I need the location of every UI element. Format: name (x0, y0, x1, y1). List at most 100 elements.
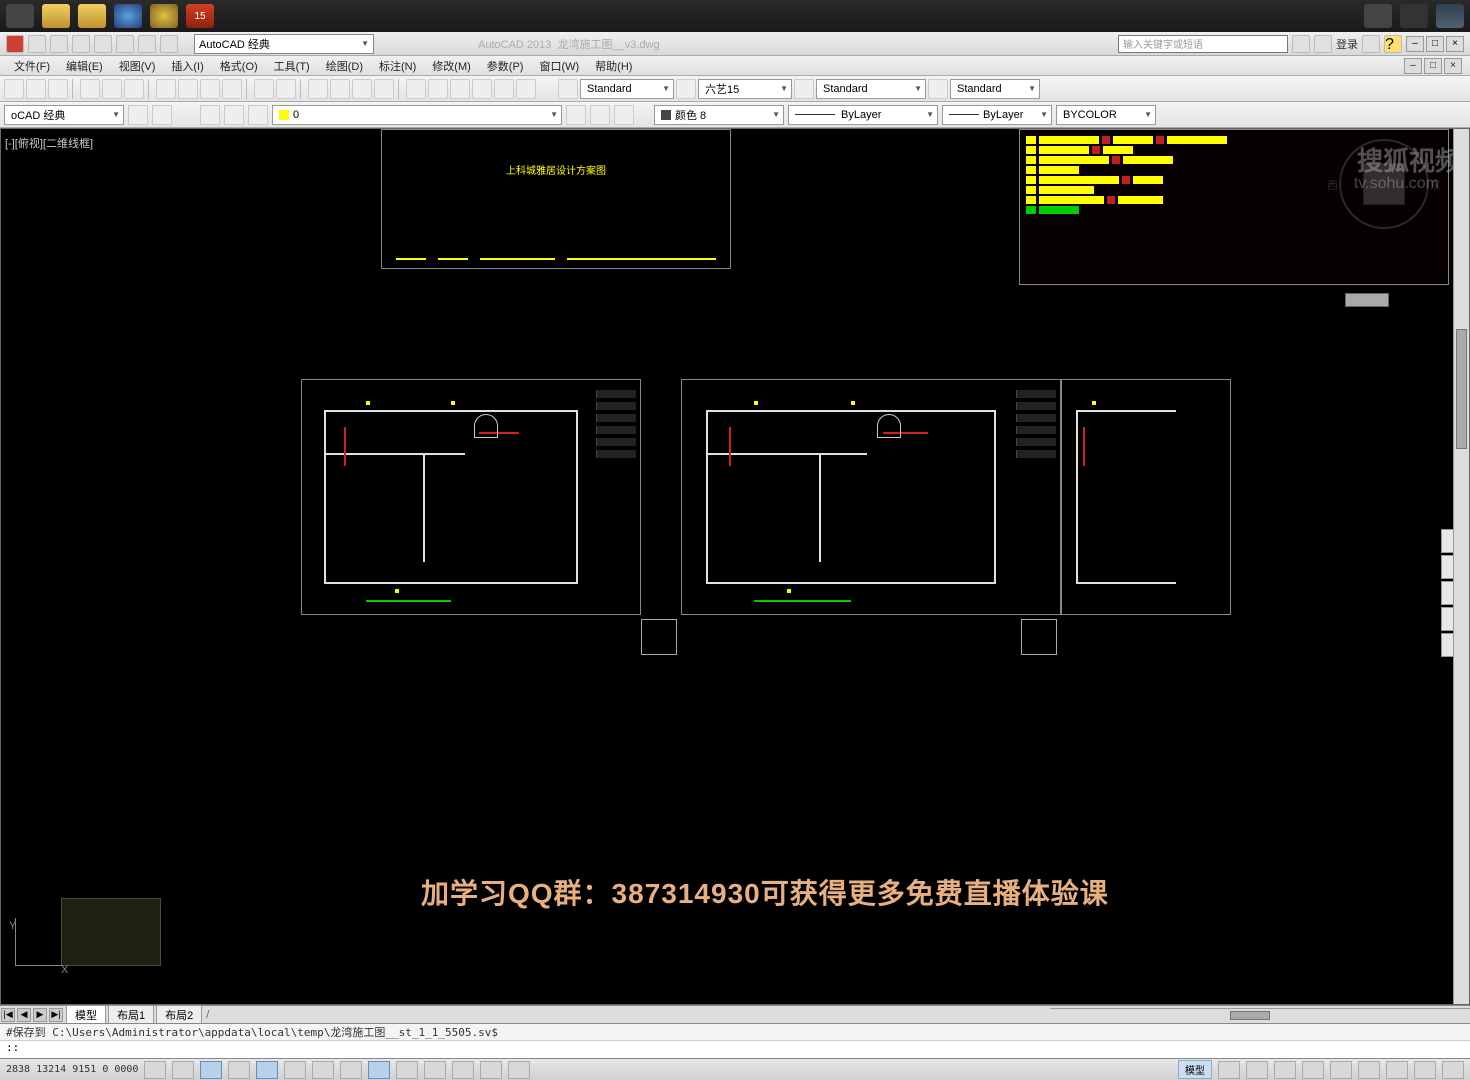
view-label[interactable]: [-][俯视][二维线框] (5, 135, 93, 151)
lock-ui-icon[interactable] (1358, 1061, 1380, 1079)
zoom-window-icon[interactable] (352, 79, 372, 99)
tab-first-button[interactable]: |◀ (1, 1008, 15, 1022)
polar-toggle[interactable] (228, 1061, 250, 1079)
undo-icon[interactable] (254, 79, 274, 99)
color-combo[interactable]: 颜色 8 (654, 105, 784, 125)
quickview-drawings-icon[interactable] (1246, 1061, 1268, 1079)
sheetset-icon[interactable] (472, 79, 492, 99)
search-icon[interactable] (1292, 35, 1310, 53)
open-button[interactable] (50, 35, 68, 53)
lineweight-combo[interactable]: ByLayer (942, 105, 1052, 125)
login-label[interactable]: 登录 (1336, 36, 1358, 52)
tab-layout2[interactable]: 布局2 (156, 1005, 202, 1024)
calendar-icon[interactable]: 15 (186, 4, 214, 28)
calc-icon[interactable] (516, 79, 536, 99)
pan-icon[interactable] (308, 79, 328, 99)
folder-icon[interactable] (78, 4, 106, 28)
vertical-scrollbar[interactable] (1453, 129, 1469, 1004)
model-space-label[interactable]: 模型 (1178, 1060, 1212, 1079)
layer-filter-icon[interactable] (200, 105, 220, 125)
menu-view[interactable]: 视图(V) (113, 56, 162, 76)
dyn-toggle[interactable] (368, 1061, 390, 1079)
tablestyle-icon[interactable] (794, 79, 814, 99)
plot-icon[interactable] (80, 79, 100, 99)
ducs-toggle[interactable] (340, 1061, 362, 1079)
zoom-prev-icon[interactable] (374, 79, 394, 99)
plot-button[interactable] (116, 35, 134, 53)
new-button[interactable] (28, 35, 46, 53)
layer-prev-icon[interactable] (248, 105, 268, 125)
cleanscreen-icon[interactable] (1442, 1061, 1464, 1079)
drawing-canvas[interactable]: [-][俯视][二维线框] 上科城雅居设计方案图 (0, 128, 1470, 1005)
app-icon[interactable] (114, 4, 142, 28)
maximize-button[interactable]: □ (1426, 36, 1444, 52)
saveas-button[interactable] (94, 35, 112, 53)
close-button[interactable]: × (1446, 36, 1464, 52)
osnap-toggle[interactable] (256, 1061, 278, 1079)
new-icon[interactable] (4, 79, 24, 99)
menu-edit[interactable]: 编辑(E) (60, 56, 109, 76)
folder-icon[interactable] (42, 4, 70, 28)
save-icon[interactable] (48, 79, 68, 99)
view-cube[interactable]: 西 东 (1339, 139, 1429, 229)
tab-prev-button[interactable]: ◀ (17, 1008, 31, 1022)
annoscale-icon[interactable] (1274, 1061, 1296, 1079)
copy-icon[interactable] (178, 79, 198, 99)
menu-help[interactable]: 帮助(H) (589, 56, 638, 76)
layer-states-icon[interactable] (152, 105, 172, 125)
command-input[interactable]: :: (0, 1040, 1470, 1058)
redo-icon[interactable] (276, 79, 296, 99)
annovis-icon[interactable] (1302, 1061, 1324, 1079)
layer-match-icon[interactable] (566, 105, 586, 125)
layer-walk-icon[interactable] (614, 105, 634, 125)
tpy-toggle[interactable] (424, 1061, 446, 1079)
tab-next-button[interactable]: ▶ (33, 1008, 47, 1022)
markup-icon[interactable] (494, 79, 514, 99)
mleaderstyle-combo[interactable]: Standard (950, 79, 1040, 99)
tab-layout1[interactable]: 布局1 (108, 1005, 154, 1024)
menu-insert[interactable]: 插入(I) (165, 56, 209, 76)
properties-icon[interactable] (406, 79, 426, 99)
tab-model[interactable]: 模型 (66, 1005, 106, 1024)
toolpalette-icon[interactable] (450, 79, 470, 99)
scroll-thumb[interactable] (1456, 329, 1467, 449)
app-icon[interactable] (1364, 4, 1392, 28)
help-icon[interactable]: ? (1384, 35, 1402, 53)
cut-icon[interactable] (156, 79, 176, 99)
menu-tools[interactable]: 工具(T) (268, 56, 316, 76)
menu-modify[interactable]: 修改(M) (426, 56, 477, 76)
dimstyle-combo[interactable]: 六艺15 (698, 79, 792, 99)
designcenter-icon[interactable] (428, 79, 448, 99)
zoom-icon[interactable] (330, 79, 350, 99)
layer-make-icon[interactable] (590, 105, 610, 125)
plotstyle-combo[interactable]: BYCOLOR (1056, 105, 1156, 125)
otrack-toggle[interactable] (312, 1061, 334, 1079)
coords-readout[interactable]: 2838 13214 9151 0 0000 (6, 1064, 138, 1075)
exchange-icon[interactable] (1362, 35, 1380, 53)
linetype-combo[interactable]: ByLayer (788, 105, 938, 125)
menu-dimension[interactable]: 标注(N) (373, 56, 422, 76)
doc-close-button[interactable]: × (1444, 58, 1462, 74)
paste-icon[interactable] (200, 79, 220, 99)
doc-minimize-button[interactable]: – (1404, 58, 1422, 74)
taskbar-app-icon[interactable] (6, 4, 34, 28)
minimize-button[interactable]: – (1406, 36, 1424, 52)
grid-toggle[interactable] (172, 1061, 194, 1079)
app-icon[interactable] (1400, 4, 1428, 28)
preview-icon[interactable] (102, 79, 122, 99)
quickview-layouts-icon[interactable] (1218, 1061, 1240, 1079)
menu-window[interactable]: 窗口(W) (533, 56, 585, 76)
sc-toggle[interactable] (480, 1061, 502, 1079)
3dosnap-toggle[interactable] (284, 1061, 306, 1079)
textstyle-icon[interactable] (558, 79, 578, 99)
search-input[interactable]: 输入关键字或短语 (1118, 35, 1288, 53)
gear-icon[interactable] (150, 4, 178, 28)
publish-icon[interactable] (124, 79, 144, 99)
tablestyle-combo[interactable]: Standard (816, 79, 926, 99)
matchprop-icon[interactable] (222, 79, 242, 99)
redo-button[interactable] (160, 35, 178, 53)
workspace-switch-icon[interactable] (1330, 1061, 1352, 1079)
save-button[interactable] (72, 35, 90, 53)
isolate-icon[interactable] (1414, 1061, 1436, 1079)
textstyle-combo[interactable]: Standard (580, 79, 674, 99)
